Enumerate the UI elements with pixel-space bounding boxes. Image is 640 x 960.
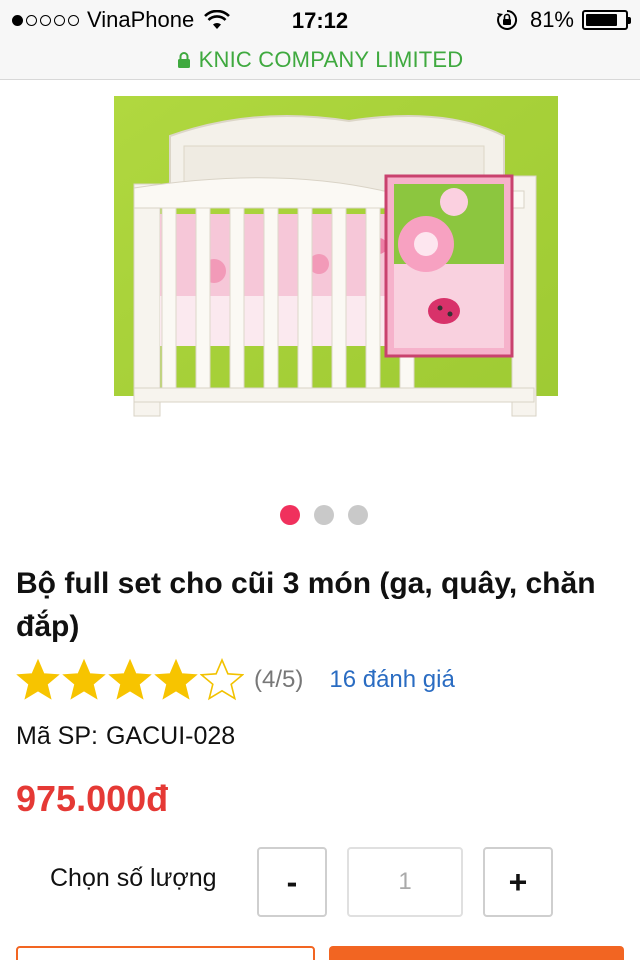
signal-strength-icon [12,14,79,26]
rating-score: (4/5) [254,666,304,693]
product-image[interactable] [114,96,558,428]
sku-label: Mã SP: [16,722,98,750]
secondary-action-button[interactable] [16,946,315,960]
carousel-dot[interactable] [280,505,300,525]
url-bar[interactable]: KNIC COMPANY LIMITED [0,40,640,80]
site-name: KNIC COMPANY LIMITED [198,46,464,72]
star-empty-icon [200,658,244,701]
status-bar: VinaPhone 17:12 81% [0,0,640,40]
quantity-input[interactable] [347,847,463,917]
review-count-link[interactable]: 16 đánh giá [329,666,454,694]
wifi-icon [204,10,231,29]
product-title: Bộ full set cho cũi 3 món (ga, quây, chă… [16,567,596,643]
star-filled-icon [16,658,60,700]
star-filled-icon [62,658,106,700]
carrier-name: VinaPhone [87,7,195,32]
carousel-dot[interactable] [348,505,368,525]
rating-row: (4/5) 16 đánh giá [16,657,455,703]
primary-action-button[interactable] [329,946,624,960]
quantity-label: Chọn số lượng [50,864,217,892]
product-price: 975.000đ [16,778,169,819]
star-filled-icon [108,658,152,700]
rating-stars [16,658,244,702]
quantity-increase-button[interactable]: + [483,847,553,917]
status-left: VinaPhone [12,7,231,33]
carousel-indicator [0,505,640,525]
battery-icon [582,10,631,30]
star-filled-icon [154,658,198,700]
status-right: 81% [496,7,631,33]
rotation-lock-icon [496,9,517,30]
carousel-dot[interactable] [314,505,334,525]
battery-percent: 81% [529,7,574,32]
padlock-icon [177,51,190,68]
sku-value: GACUI-028 [105,722,236,750]
quantity-decrease-button[interactable]: - [257,847,327,917]
battery-fill [586,14,617,26]
sku-row: Mã SP: GACUI-028 [16,722,235,751]
